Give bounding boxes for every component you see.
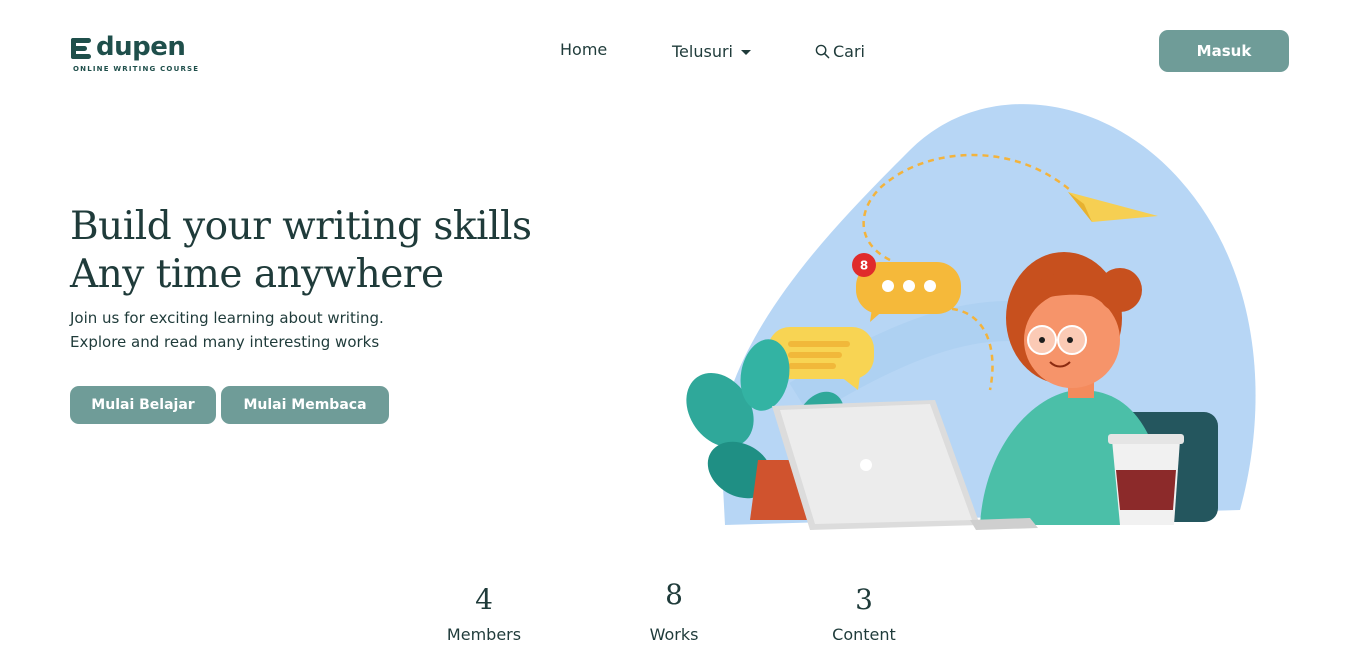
stat-content: 3 Content xyxy=(804,580,924,644)
nav-explore-dropdown[interactable]: Telusuri xyxy=(672,40,751,62)
hero-title-line-1: Build your writing skills xyxy=(70,204,532,249)
notification-badge: 8 xyxy=(852,253,876,277)
brand-tagline: ONLINE WRITING COURSE xyxy=(73,65,200,73)
stat-works: 8 Works xyxy=(614,575,734,644)
stat-works-label: Works xyxy=(649,625,699,644)
nav-explore-label: Telusuri xyxy=(672,41,733,61)
hero-subtitle: Join us for exciting learning about writ… xyxy=(70,306,384,354)
stat-members-label: Members xyxy=(446,625,522,644)
hero-title: Build your writing skills Any time anywh… xyxy=(70,203,532,299)
start-learning-button[interactable]: Mulai Belajar xyxy=(70,386,216,424)
start-reading-button[interactable]: Mulai Membaca xyxy=(221,386,389,424)
stat-works-value: 8 xyxy=(665,578,683,611)
logo-mark-icon xyxy=(71,38,91,59)
caret-down-icon xyxy=(740,49,751,55)
stat-members: 4 Members xyxy=(424,580,544,644)
hero-subtitle-line-1: Join us for exciting learning about writ… xyxy=(70,309,384,327)
notification-count: 8 xyxy=(860,259,868,273)
nav-home-link[interactable]: Home xyxy=(560,40,607,62)
hero-title-line-2: Any time anywhere xyxy=(70,252,444,297)
search-icon xyxy=(815,44,830,58)
brand-name: dupen xyxy=(96,32,186,62)
stat-members-value: 4 xyxy=(475,583,493,616)
brand-logo[interactable]: dupen ONLINE WRITING COURSE xyxy=(70,32,200,76)
stat-content-value: 3 xyxy=(855,583,873,616)
nav-search-label: Cari xyxy=(833,41,865,61)
hero-subtitle-line-2: Explore and read many interesting works xyxy=(70,333,380,351)
coffee-cup-icon xyxy=(1108,434,1184,525)
stat-content-label: Content xyxy=(832,625,896,644)
login-button[interactable]: Masuk xyxy=(1159,30,1289,72)
nav-search-link[interactable]: Cari xyxy=(815,40,865,62)
hero-illustration: 8 xyxy=(686,104,1256,530)
